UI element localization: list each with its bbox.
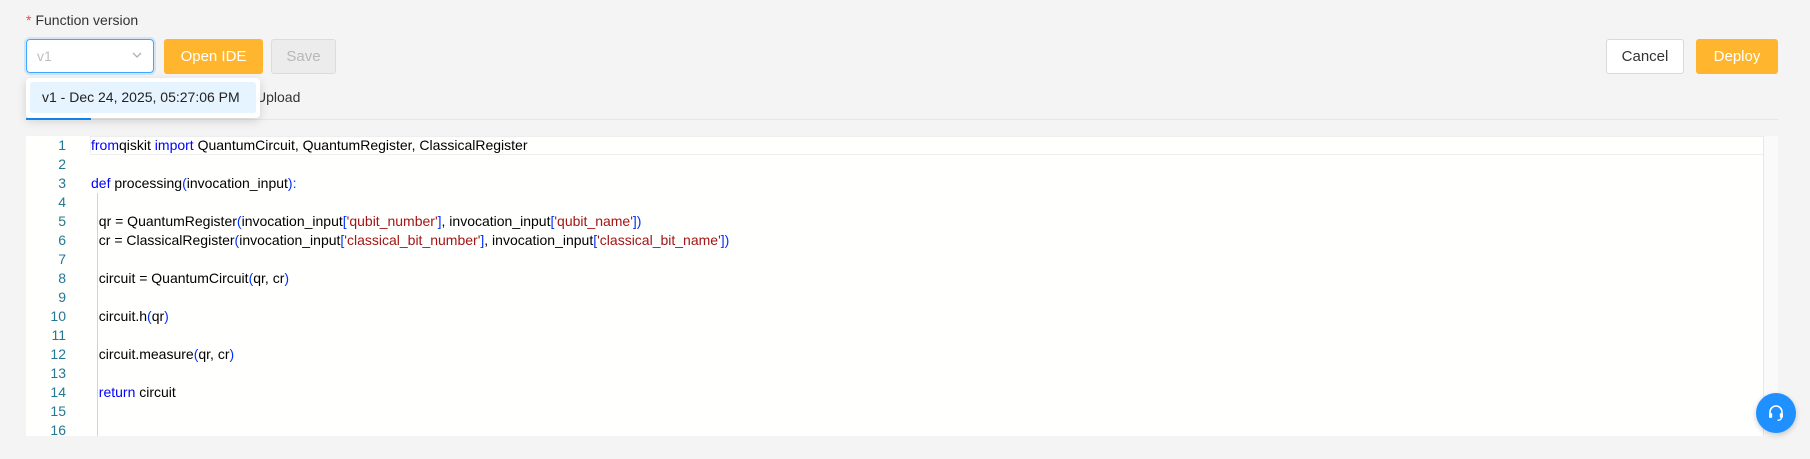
code-line[interactable]: 10 circuit.h(qr) bbox=[26, 307, 1746, 326]
editor-scrollbar[interactable] bbox=[1763, 136, 1778, 436]
code-token: 'classical_bit_name' bbox=[597, 232, 721, 248]
line-number: 11 bbox=[51, 327, 66, 343]
open-ide-button[interactable]: Open IDE bbox=[164, 39, 263, 74]
function-version-label: * Function version bbox=[26, 12, 138, 28]
code-token: return bbox=[98, 384, 136, 400]
code-line[interactable]: 13 bbox=[26, 364, 1746, 383]
code-line[interactable]: 5 qr = QuantumRegister(invocation_input[… bbox=[26, 212, 1746, 231]
function-version-page: * Function version v1 Open IDE Save Cance… bbox=[0, 0, 1810, 459]
function-version-label-text: Function version bbox=[35, 12, 139, 28]
code-line[interactable]: 7 bbox=[26, 250, 1746, 269]
code-line[interactable]: 8 circuit = QuantumCircuit(qr, cr) bbox=[26, 269, 1746, 288]
code-token: invocation_input bbox=[241, 213, 343, 229]
active-tab-indicator bbox=[26, 118, 91, 120]
line-number: 4 bbox=[58, 194, 66, 210]
code-token: 'classical_bit_number' bbox=[344, 232, 481, 248]
version-select-value: v1 bbox=[37, 48, 52, 64]
save-button[interactable]: Save bbox=[271, 39, 336, 74]
code-token: circuit bbox=[135, 384, 176, 400]
code-token: 'qubit_number' bbox=[346, 213, 438, 229]
line-number: 6 bbox=[58, 232, 66, 248]
code-line[interactable]: 9 bbox=[26, 288, 1746, 307]
code-token: import bbox=[154, 137, 194, 153]
line-number: 7 bbox=[58, 251, 66, 267]
line-number: 12 bbox=[50, 346, 66, 362]
code-token: qr = QuantumRegister bbox=[91, 213, 237, 229]
code-token: cr = ClassicalRegister bbox=[91, 232, 235, 248]
help-button[interactable] bbox=[1756, 393, 1796, 433]
code-editor[interactable]: 1 fromqiskit import QuantumCircuit, Quant… bbox=[26, 136, 1778, 436]
code-token: ) bbox=[164, 308, 169, 324]
code-token: qr bbox=[151, 308, 165, 324]
code-token: ) bbox=[229, 346, 235, 362]
code-text: circuit = QuantumCircuit(qr, cr) bbox=[91, 269, 289, 288]
version-dropdown: v1 - Dec 24, 2025, 05:27:06 PM bbox=[26, 78, 260, 118]
code-token: from bbox=[91, 137, 119, 153]
line-number: 3 bbox=[58, 175, 66, 191]
code-token: QuantumCircuit, QuantumRegister, Classic… bbox=[193, 137, 528, 153]
deploy-button[interactable]: Deploy bbox=[1696, 39, 1778, 74]
line-number: 9 bbox=[58, 289, 66, 305]
code-token: qr, cr bbox=[198, 346, 230, 362]
code-line[interactable]: 15 bbox=[26, 402, 1746, 421]
code-token: invocation_input bbox=[186, 175, 288, 191]
code-token: circuit.h bbox=[91, 308, 148, 324]
cancel-button[interactable]: Cancel bbox=[1606, 39, 1684, 74]
line-number: 14 bbox=[50, 384, 66, 400]
code-text: cr = ClassicalRegister(invocation_input[… bbox=[91, 231, 730, 250]
code-text: circuit.h(qr) bbox=[91, 307, 169, 326]
code-line[interactable]: 1 fromqiskit import QuantumCircuit, Quant… bbox=[26, 136, 1746, 155]
line-number: 8 bbox=[58, 270, 66, 286]
line-number: 15 bbox=[50, 403, 66, 419]
code-token: processing bbox=[110, 175, 183, 191]
line-number: 2 bbox=[58, 156, 66, 172]
code-text: return circuit bbox=[91, 383, 176, 402]
code-line[interactable]: 6 cr = ClassicalRegister(invocation_inpu… bbox=[26, 231, 1746, 250]
line-number: 13 bbox=[50, 365, 66, 381]
code-token: ]) bbox=[632, 213, 642, 229]
code-line[interactable]: 16 bbox=[26, 421, 1746, 436]
line-number: 16 bbox=[50, 422, 66, 436]
line-number: 1 bbox=[58, 137, 66, 153]
code-token: circuit.measure bbox=[91, 346, 194, 362]
tab-upload[interactable]: Upload bbox=[256, 89, 300, 105]
code-text: circuit.measure(qr, cr) bbox=[91, 345, 234, 364]
code-token: , invocation_input bbox=[441, 213, 551, 229]
code-token: ) bbox=[284, 270, 290, 286]
code-token: qiskit bbox=[119, 137, 155, 153]
code-line[interactable]: 3 def processing(invocation_input): bbox=[26, 174, 1746, 193]
version-select[interactable]: v1 bbox=[26, 39, 154, 73]
code-token: ]) bbox=[720, 232, 730, 248]
code-token: 'qubit_name' bbox=[554, 213, 633, 229]
code-text: fromqiskit import QuantumCircuit, Quantu… bbox=[91, 136, 528, 155]
code-token: def bbox=[91, 175, 111, 191]
line-number: 10 bbox=[50, 308, 66, 324]
code-token: circuit = QuantumCircuit bbox=[91, 270, 249, 286]
code-token: ): bbox=[287, 175, 297, 191]
source-tabs: Upload bbox=[26, 86, 1778, 120]
code-token: qr, cr bbox=[253, 270, 285, 286]
code-token: invocation_input bbox=[239, 232, 341, 248]
code-text: def processing(invocation_input): bbox=[91, 174, 296, 193]
required-mark: * bbox=[26, 12, 32, 28]
code-line[interactable]: 11 bbox=[26, 326, 1746, 345]
code-token: , invocation_input bbox=[484, 232, 594, 248]
code-line[interactable]: 4 bbox=[26, 193, 1746, 212]
version-option[interactable]: v1 - Dec 24, 2025, 05:27:06 PM bbox=[30, 82, 256, 113]
code-line[interactable]: 2 bbox=[26, 155, 1746, 174]
line-number: 5 bbox=[58, 213, 66, 229]
code-text: qr = QuantumRegister(invocation_input['q… bbox=[91, 212, 642, 231]
code-line[interactable]: 14 return circuit bbox=[26, 383, 1746, 402]
code-line[interactable]: 12 circuit.measure(qr, cr) bbox=[26, 345, 1746, 364]
